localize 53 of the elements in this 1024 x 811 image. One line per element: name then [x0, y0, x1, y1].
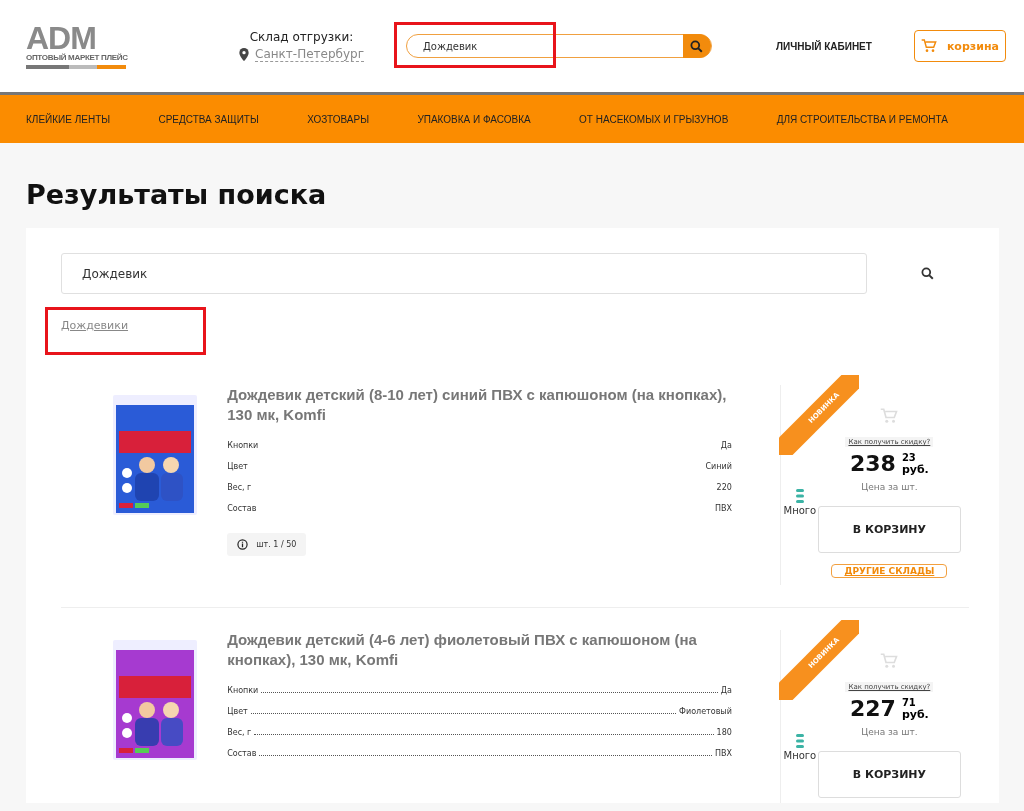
- spec-value: Синий: [705, 462, 732, 471]
- spec-value: 220: [716, 483, 732, 492]
- search-icon: [690, 39, 704, 53]
- search-button[interactable]: [921, 267, 934, 280]
- nav-item[interactable]: ДЛЯ СТРОИТЕЛЬСТВА И РЕМОНТА: [776, 113, 948, 125]
- cart-icon: [880, 407, 899, 425]
- spec-value: Да: [720, 441, 732, 450]
- spec-name: Вес, г: [227, 728, 252, 737]
- search-icon: [921, 267, 934, 280]
- account-link[interactable]: ЛИЧНЫЙ КАБИНЕТ: [775, 40, 872, 52]
- location-pin-icon: [239, 48, 249, 61]
- spec-value: Фиолетовый: [679, 707, 732, 716]
- stock-text: Много: [783, 750, 817, 761]
- spec-name: Кнопки: [227, 686, 259, 695]
- suggestion-link[interactable]: Дождевики: [61, 319, 129, 332]
- cart-icon: [880, 652, 899, 670]
- stock-level-icon: [795, 489, 804, 503]
- spec-value: 180: [716, 728, 732, 737]
- spec-name: Состав: [227, 749, 257, 758]
- nav-item[interactable]: УПАКОВКА И ФАСОВКА: [417, 113, 531, 125]
- price-kopecks: 71: [901, 696, 917, 708]
- logo-tagline: ОПТОВЫЙ МАРКЕТ ПЛЕЙС: [26, 53, 126, 63]
- add-to-cart-button[interactable]: В КОРЗИНУ: [817, 506, 961, 553]
- nav-item[interactable]: ХОЗТОВАРЫ: [307, 113, 370, 125]
- cart-icon: [920, 38, 937, 54]
- warehouse-label: Склад отгрузки:: [249, 30, 354, 44]
- stock-level-icon: [795, 734, 804, 748]
- currency: руб.: [901, 707, 929, 721]
- spec-name: Цвет: [227, 707, 248, 716]
- nav-item[interactable]: ОТ НАСЕКОМЫХ И ГРЫЗУНОВ: [579, 113, 729, 125]
- city-link[interactable]: Санкт-Петербург: [255, 47, 364, 62]
- page-title: Результаты поиска: [26, 179, 328, 210]
- info-icon: [237, 539, 249, 550]
- spec-name: Вес, г: [227, 483, 252, 492]
- pack-badge: шт. 1 / 50: [227, 533, 307, 556]
- spec-name: Кнопки: [227, 441, 259, 450]
- price-kopecks: 23: [901, 451, 917, 463]
- add-to-cart-button[interactable]: В КОРЗИНУ: [817, 751, 961, 798]
- nav-item[interactable]: СРЕДСТВА ЗАЩИТЫ: [158, 113, 259, 125]
- stock-text: Много: [783, 505, 817, 516]
- price-note: Цена за шт.: [861, 482, 918, 492]
- spec-value: Да: [720, 686, 732, 695]
- product-title[interactable]: Дождевик детский (8-10 лет) синий ПВХ с капюшоном (на кнопках), 130 мк, Komfi: [227, 385, 732, 425]
- currency: руб.: [901, 462, 929, 476]
- nav-item[interactable]: КЛЕЙКИЕ ЛЕНТЫ: [26, 113, 111, 125]
- search-field[interactable]: Дождевик: [61, 253, 867, 294]
- spec-value: ПВХ: [714, 749, 732, 758]
- search-button[interactable]: [682, 34, 711, 58]
- price-note: Цена за шт.: [861, 727, 918, 737]
- product-title[interactable]: Дождевик детский (4-6 лет) фиолетовый ПВХ с капюшоном (на кнопках), 130 мк, Komfi: [227, 630, 732, 670]
- spec-name: Состав: [227, 504, 257, 513]
- spec-name: Цвет: [227, 462, 248, 471]
- spec-value: ПВХ: [714, 504, 732, 513]
